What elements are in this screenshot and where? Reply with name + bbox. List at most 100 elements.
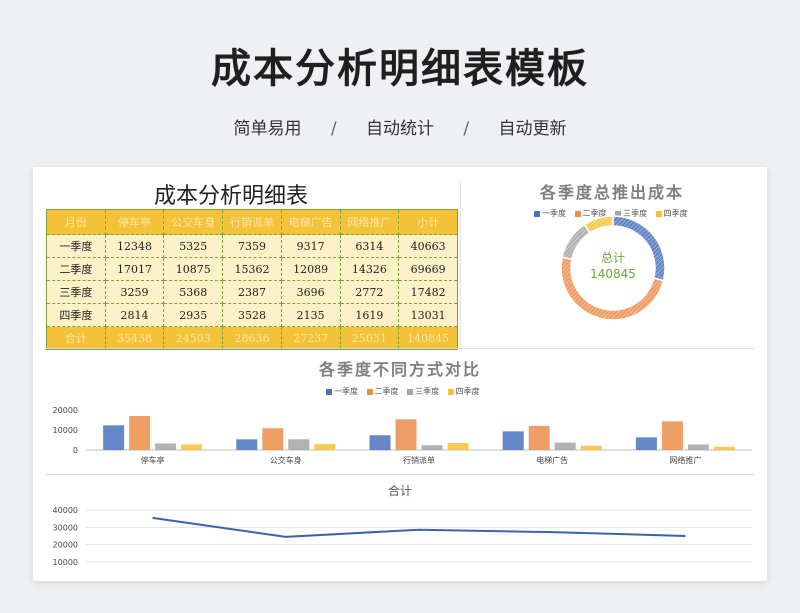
line-y-tick: 10000 [53, 558, 78, 567]
header-cell: 月份 [46, 209, 106, 235]
table-cell[interactable]: 12348 [104, 234, 165, 258]
table-cell[interactable]: 2935 [163, 303, 224, 327]
table-row: 二季度 17017 10875 15362 12089 14326 69669 [46, 257, 458, 281]
section-divider [46, 474, 754, 475]
bar-2-1 [395, 419, 417, 450]
table-cell[interactable]: 69669 [398, 257, 458, 281]
legend-swatch-q2 [366, 388, 373, 395]
total-cell[interactable]: 24503 [163, 326, 224, 350]
table-total-row: 合计 35438 24503 28636 27237 25031 140845 [46, 326, 458, 350]
total-cell[interactable]: 27237 [280, 326, 341, 350]
tag-auto-stats: 自动统计 [366, 119, 434, 139]
donut-chart: 总计 140845 [560, 215, 666, 321]
legend-label: 一季度 [334, 387, 358, 396]
bar-4-1 [661, 421, 683, 450]
bar-3-1 [528, 425, 550, 450]
table-row: 一季度 12348 5325 7359 9317 6314 40663 [46, 234, 458, 258]
donut-center-label: 总计 [601, 251, 625, 265]
donut-slice-hatch [584, 216, 613, 233]
legend-label: 四季度 [455, 387, 480, 396]
table-cell[interactable]: 四季度 [46, 303, 106, 327]
table-cell[interactable]: 2772 [339, 280, 400, 304]
table-cell[interactable]: 2387 [222, 280, 282, 304]
table-cell[interactable]: 5325 [163, 234, 224, 258]
section-divider [460, 180, 461, 345]
page-title: 成本分析明细表模板 [211, 46, 589, 92]
bar-3-2 [554, 442, 576, 450]
tag-separator: / [330, 119, 337, 139]
donut-center-value: 140845 [590, 267, 636, 281]
table-cell[interactable]: 17482 [398, 280, 458, 304]
table-cell[interactable]: 9317 [280, 234, 341, 258]
header-cell: 电梯广告 [280, 209, 341, 235]
table-header-row: 月份 停车亭 公交车身 行销派单 电梯广告 网络推广 小计 [46, 209, 458, 235]
total-cell[interactable]: 35438 [104, 326, 165, 350]
table-cell[interactable]: 3259 [104, 280, 165, 304]
legend-swatch-q1 [326, 388, 332, 395]
bar-4-0 [635, 437, 657, 450]
bar-0-2 [155, 443, 177, 450]
table-cell[interactable]: 3696 [280, 280, 341, 304]
table-cell[interactable]: 17017 [104, 257, 165, 281]
header-cell: 小计 [398, 209, 458, 235]
table-cell[interactable]: 10875 [163, 257, 224, 281]
table-cell[interactable]: 二季度 [46, 257, 106, 281]
bar-0-0 [103, 425, 125, 450]
total-cell[interactable]: 合计 [46, 326, 106, 350]
table-cell[interactable]: 12089 [280, 257, 341, 281]
table-cell[interactable]: 一季度 [46, 234, 106, 258]
total-cell[interactable]: 28636 [222, 326, 282, 350]
bar-4-3 [713, 446, 735, 450]
table-cell[interactable]: 7359 [222, 234, 282, 258]
line-chart-title: 合计 [387, 484, 412, 498]
bar-2-3 [447, 442, 469, 450]
bar-1-2 [288, 439, 310, 450]
header-cell: 停车亭 [104, 209, 165, 235]
bar-1-3 [314, 444, 336, 450]
bar-1-0 [236, 439, 258, 450]
table-cell[interactable]: 6314 [339, 234, 400, 258]
table-cell[interactable]: 40663 [398, 234, 458, 258]
tag-auto-update: 自动更新 [498, 119, 567, 139]
table-cell[interactable]: 三季度 [46, 280, 106, 304]
table-cell[interactable]: 15362 [222, 257, 282, 281]
bar-y-tick: 0 [73, 446, 78, 455]
bar-category-label: 网络推广 [669, 455, 701, 465]
table-title: 成本分析明细表 [153, 184, 308, 209]
legend-label: 三季度 [415, 387, 440, 396]
legend-swatch-q3 [407, 388, 414, 395]
bar-4-2 [687, 444, 709, 450]
total-cell[interactable]: 140845 [398, 326, 458, 350]
line-chart: 40000 30000 20000 10000 [53, 506, 752, 567]
total-cell[interactable]: 25031 [339, 326, 400, 350]
bar-category-label: 停车亭 [141, 455, 165, 465]
bar-1-1 [262, 428, 284, 450]
table-cell[interactable]: 14326 [339, 257, 400, 281]
bar-category-label: 行销派单 [403, 455, 435, 465]
bar-3-3 [580, 445, 602, 450]
header-cell: 网络推广 [339, 209, 400, 235]
section-divider [46, 348, 754, 349]
line-y-tick: 30000 [53, 523, 78, 532]
table-cell[interactable]: 5368 [163, 280, 224, 304]
bar-2-2 [421, 445, 443, 450]
bar-category-label: 电梯广告 [536, 455, 568, 465]
table-cell[interactable]: 1619 [339, 303, 400, 327]
table-cell[interactable]: 13031 [398, 303, 458, 327]
bar-chart-title: 各季度不同方式对比 [318, 360, 481, 379]
legend-swatch-q4 [447, 388, 454, 395]
tag-easy: 简单易用 [233, 119, 302, 139]
line-y-tick: 20000 [53, 541, 78, 550]
table-cell[interactable]: 3528 [222, 303, 282, 327]
table-row: 三季度 3259 5368 2387 3696 2772 17482 [46, 280, 458, 304]
bar-legend: 一季度 二季度 三季度 四季度 [320, 386, 480, 397]
bar-y-tick: 10000 [53, 426, 78, 435]
bar-y-tick: 20000 [53, 406, 78, 415]
table-cell[interactable]: 2135 [280, 303, 341, 327]
bar-0-3 [181, 444, 203, 450]
tag-separator: / [463, 119, 470, 139]
bar-2-0 [369, 435, 391, 450]
header-cell: 公交车身 [163, 209, 224, 235]
table-cell[interactable]: 2814 [104, 303, 165, 327]
line-y-tick: 40000 [53, 506, 78, 515]
